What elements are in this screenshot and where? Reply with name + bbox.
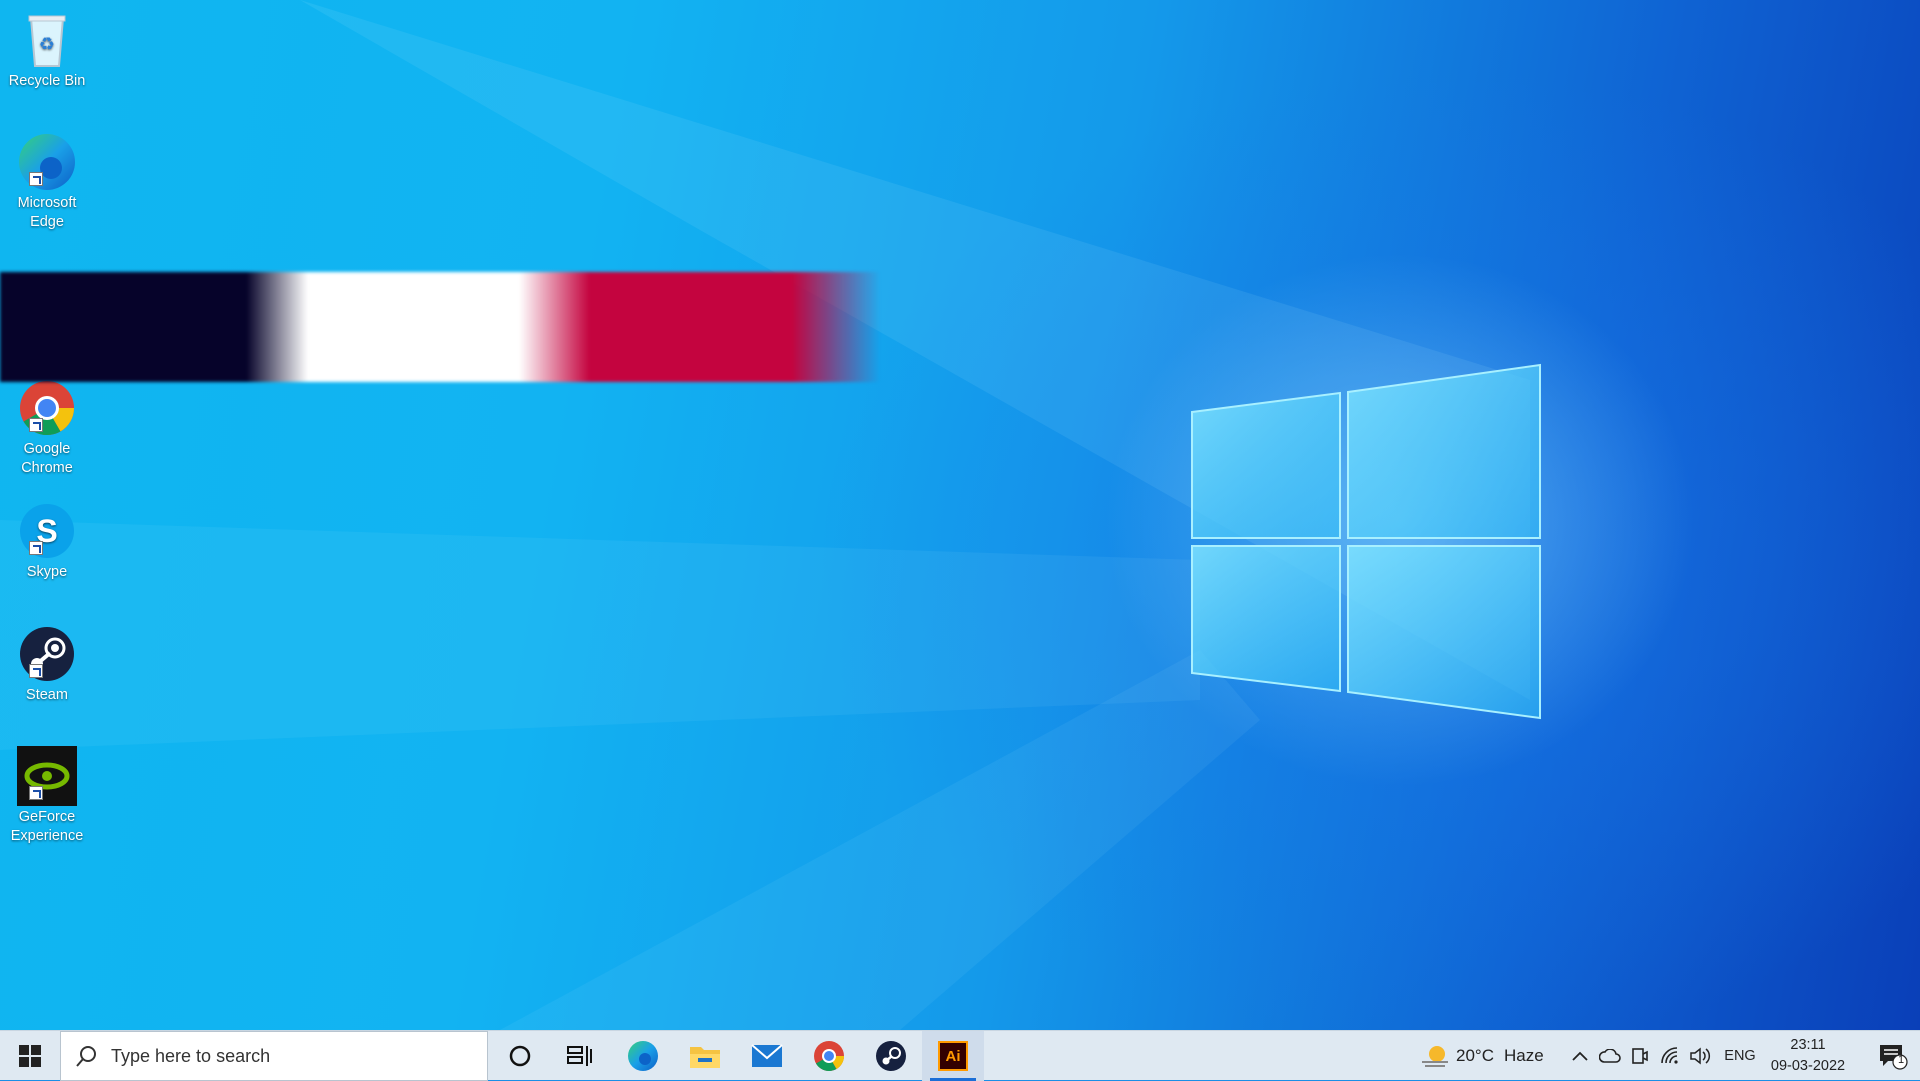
windows-logo-wallpaper (1191, 363, 1541, 720)
taskbar-edge[interactable] (612, 1031, 674, 1081)
edge-icon (628, 1041, 658, 1071)
geforce-icon (17, 746, 77, 806)
illustrator-icon: Ai (938, 1041, 968, 1071)
desktop-icon-recycle-bin[interactable]: ♻ Recycle Bin (4, 4, 90, 91)
onedrive-cloud-icon (1599, 1049, 1621, 1063)
task-view-button[interactable] (550, 1031, 610, 1081)
volume-tray[interactable] (1686, 1031, 1716, 1081)
svg-text:♻: ♻ (39, 34, 55, 55)
shortcut-arrow-icon (29, 418, 43, 432)
steam-icon (17, 624, 77, 684)
taskbar-mail[interactable] (736, 1031, 798, 1081)
desktop-icon-label: GeForce Experience (10, 809, 84, 844)
steam-icon (876, 1041, 906, 1071)
weather-widget[interactable]: 20°C Haze (1420, 1031, 1560, 1081)
wallpaper-light-beams (0, 0, 1530, 1030)
file-explorer-icon (690, 1047, 720, 1068)
desktop-icon-steam[interactable]: Steam (4, 618, 90, 705)
clock[interactable]: 23:11 09-03-2022 (1750, 1035, 1866, 1077)
cortana-icon (509, 1045, 531, 1067)
taskbar-chrome[interactable] (798, 1031, 860, 1081)
recycle-bin-icon: ♻ (17, 10, 77, 70)
shortcut-arrow-icon (29, 786, 43, 800)
search-placeholder: Type here to search (111, 1045, 271, 1066)
desktop-icon-microsoft-edge[interactable]: Microsoft Edge (4, 126, 90, 232)
taskbar-search-box[interactable]: Type here to search (60, 1031, 488, 1081)
skype-icon: S (17, 501, 77, 561)
weather-temp: 20°C (1456, 1046, 1494, 1065)
meet-now-icon (1632, 1048, 1648, 1064)
illustrator-icon-label: Ai (945, 1047, 961, 1065)
taskbar-steam[interactable] (860, 1031, 922, 1081)
start-button[interactable] (0, 1031, 60, 1081)
network-tray[interactable] (1656, 1031, 1684, 1081)
notification-count: 1 (1898, 1054, 1905, 1066)
speaker-icon (1690, 1047, 1711, 1065)
action-center-button[interactable]: 1 (1866, 1031, 1920, 1081)
desktop-icon-label: Google Chrome (21, 441, 73, 476)
taskbar-illustrator[interactable]: Ai (922, 1031, 984, 1081)
edge-icon (17, 132, 77, 192)
desktop-icon-skype[interactable]: S Skype (4, 495, 90, 582)
desktop-icon-label: Skype (26, 564, 68, 580)
search-icon (76, 1046, 96, 1067)
shortcut-arrow-icon (29, 541, 43, 555)
desktop-icon-geforce-experience[interactable]: GeForce Experience (4, 740, 90, 846)
clock-time: 23:11 (1790, 1037, 1826, 1053)
onedrive-tray[interactable] (1596, 1031, 1624, 1081)
desktop-icon-label: Microsoft Edge (17, 195, 77, 230)
desktop-icon-google-chrome[interactable]: Google Chrome (4, 372, 90, 478)
desktop-icon-label: Recycle Bin (8, 73, 86, 89)
show-hidden-icons-button[interactable] (1566, 1031, 1594, 1081)
cortana-button[interactable] (490, 1031, 550, 1081)
shortcut-arrow-icon (29, 172, 43, 186)
meet-now-tray[interactable] (1626, 1031, 1654, 1081)
taskbar: Type here to search Ai 20°C Haze ENG 23:… (0, 1030, 1920, 1081)
shortcut-arrow-icon (29, 664, 43, 678)
chrome-icon (17, 378, 77, 438)
glitch-overlay-band (0, 272, 880, 382)
chrome-icon (814, 1041, 844, 1072)
desktop-icon-label: Steam (26, 687, 68, 703)
desktop[interactable]: ♻ Recycle Bin Microsoft Edge Google Chro… (0, 0, 1920, 1030)
weather-condition: Haze (1503, 1046, 1544, 1065)
chevron-up-icon (1572, 1051, 1588, 1061)
mail-icon (751, 1044, 783, 1067)
windows-start-icon (19, 1045, 41, 1067)
weather-haze-icon (1422, 1046, 1448, 1067)
clock-date: 09-03-2022 (1770, 1058, 1846, 1074)
task-view-icon (567, 1046, 592, 1066)
wifi-icon (1661, 1047, 1678, 1064)
taskbar-file-explorer[interactable] (674, 1031, 736, 1081)
